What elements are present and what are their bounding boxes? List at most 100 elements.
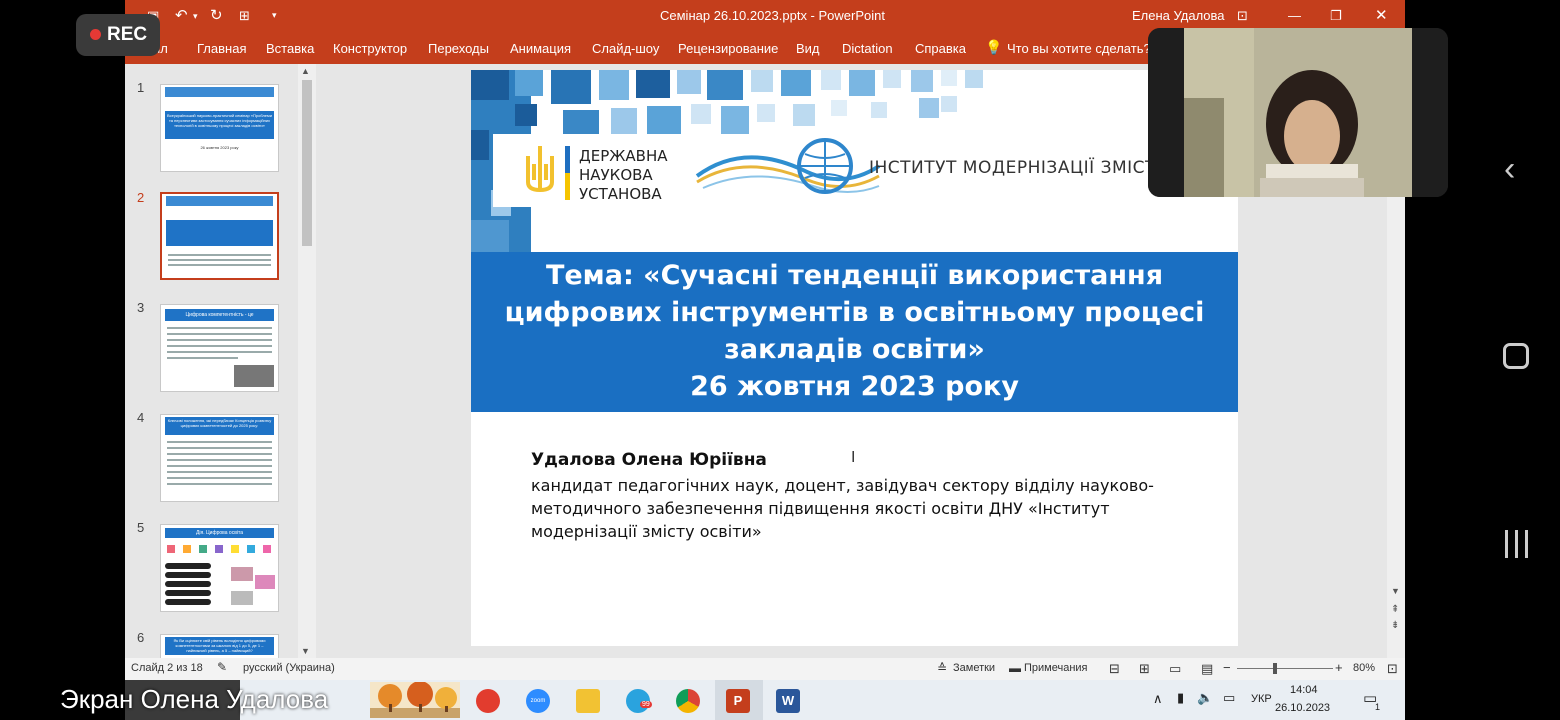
language[interactable]: русский (Украина): [243, 662, 335, 674]
thumb-5-title: Дія. Цифрова освіта: [165, 528, 274, 538]
thumbnail-scroll-thumb[interactable]: [302, 80, 312, 246]
autumn-trees-image[interactable]: [370, 682, 460, 718]
tab-view[interactable]: Вид: [796, 41, 820, 56]
telegram-badge: 99: [640, 701, 652, 708]
tab-home[interactable]: Главная: [197, 41, 246, 56]
file-explorer-icon[interactable]: [576, 689, 600, 713]
thumb-number: 3: [137, 300, 145, 315]
spellcheck-icon[interactable]: ✎: [217, 660, 227, 674]
tab-transitions[interactable]: Переходы: [428, 41, 489, 56]
zoom-level[interactable]: 80%: [1353, 662, 1375, 674]
app-icon-red[interactable]: [476, 689, 500, 713]
user-name[interactable]: Елена Удалова: [1132, 8, 1225, 23]
zoom-slider[interactable]: [1237, 668, 1333, 669]
logo-band: ДЕРЖАВНА НАУКОВА УСТАНОВА ІНСТИТУТ МОДЕР…: [493, 134, 1238, 207]
slide-thumbnail-1[interactable]: Всеукраїнський науково-практичний семіна…: [160, 84, 279, 172]
zoom-in-icon[interactable]: +: [1335, 660, 1343, 675]
zoom-out-icon[interactable]: −: [1223, 660, 1231, 675]
slide-sorter-icon[interactable]: ⊞: [1139, 661, 1150, 677]
tab-review[interactable]: Рецензирование: [678, 41, 778, 56]
recents-icon[interactable]: [1505, 530, 1529, 558]
notes-button[interactable]: Заметки: [953, 662, 995, 674]
status-bar: Слайд 2 из 18 ✎ русский (Украина) ≙ Заме…: [125, 658, 1405, 680]
rec-label: REC: [107, 24, 148, 45]
thumb-4-title: Ключові положення, які передбачає Концеп…: [165, 417, 274, 435]
slide-thumbnail-3[interactable]: Цифрова компетентність - це: [160, 304, 279, 392]
previous-slide-icon[interactable]: ⇞: [1391, 604, 1399, 615]
home-icon[interactable]: [1503, 343, 1529, 369]
tab-help[interactable]: Справка: [915, 41, 966, 56]
fit-slide-icon[interactable]: ⊡: [1387, 661, 1398, 677]
tab-animation[interactable]: Анимация: [510, 41, 571, 56]
webcam-video[interactable]: [1148, 28, 1448, 197]
trident-icon: [526, 146, 554, 193]
institute-name: ІНСТИТУТ МОДЕРНІЗАЦІЇ ЗМІСТУ: [869, 158, 1167, 178]
participant-caption: Экран Олена Удалова: [60, 684, 329, 714]
thumb-number: 4: [137, 410, 145, 425]
presentation-icon[interactable]: ⊞: [239, 8, 250, 24]
slideshow-icon[interactable]: ▤: [1201, 661, 1213, 677]
tell-me-search[interactable]: Что вы хотите сделать?: [1007, 41, 1151, 56]
telegram-icon[interactable]: 99: [626, 689, 652, 713]
notes-icon[interactable]: ≙: [937, 661, 947, 675]
window-title: Семінар 26.10.2023.pptx - PowerPoint: [660, 8, 885, 23]
slide-thumbnail-2[interactable]: [160, 192, 279, 280]
restore-icon[interactable]: ❐: [1330, 8, 1342, 24]
word-icon[interactable]: W: [776, 689, 800, 713]
close-icon[interactable]: ✕: [1375, 6, 1388, 24]
tab-slideshow[interactable]: Слайд-шоу: [592, 41, 659, 56]
undo-dropdown-icon[interactable]: ▾: [193, 11, 198, 22]
slide-date: 26 жовтня 2023 року: [690, 371, 1019, 402]
comments-icon[interactable]: ▬: [1009, 661, 1021, 675]
tab-design[interactable]: Конструктор: [333, 41, 407, 56]
flag-blue: [565, 146, 570, 173]
tab-dictation[interactable]: Dictation: [842, 41, 893, 56]
thumbnail-scrollbar[interactable]: ▲ ▼: [298, 64, 316, 658]
clock-date[interactable]: 26.10.2023: [1275, 702, 1330, 714]
battery-icon[interactable]: ▭: [1223, 690, 1235, 706]
webcam-person-image: [1148, 28, 1448, 197]
thumb-1-title: Всеукраїнський науково-практичний семіна…: [165, 111, 274, 139]
zoom-icon[interactable]: zoom: [526, 689, 550, 713]
author-name: Удалова Олена Юріївна: [531, 450, 767, 470]
thumb-number: 5: [137, 520, 145, 535]
tab-insert[interactable]: Вставка: [266, 41, 314, 56]
slide-thumbnail-6[interactable]: Як Ви оцінюєте свій рівень володіння циф…: [160, 634, 279, 658]
zoom-slider-thumb[interactable]: [1273, 663, 1277, 674]
tray-expand-icon[interactable]: ∧: [1153, 691, 1163, 707]
chrome-icon[interactable]: [676, 689, 700, 713]
rec-badge: REC: [76, 14, 160, 56]
powerpoint-icon[interactable]: P: [726, 689, 750, 713]
next-slide-icon[interactable]: ⇟: [1391, 620, 1399, 631]
current-slide[interactable]: ДЕРЖАВНА НАУКОВА УСТАНОВА ІНСТИТУТ МОДЕР…: [471, 70, 1238, 646]
normal-view-icon[interactable]: ⊟: [1109, 661, 1120, 677]
slide-thumbnail-5[interactable]: Дія. Цифрова освіта: [160, 524, 279, 612]
clock-time[interactable]: 14:04: [1290, 684, 1318, 696]
thumb-3-title: Цифрова компетентність - це: [165, 309, 274, 321]
flag-yellow: [565, 173, 570, 200]
quick-access-menu-icon[interactable]: ▾: [272, 10, 277, 21]
scroll-down-icon[interactable]: ▼: [1391, 586, 1400, 596]
back-icon[interactable]: ‹: [1504, 150, 1515, 189]
reading-view-icon[interactable]: ▭: [1169, 661, 1181, 677]
keyboard-language[interactable]: УКР: [1251, 693, 1272, 705]
notifications-count: 1: [1375, 702, 1381, 712]
scroll-down-icon[interactable]: ▼: [301, 646, 310, 656]
slide-thumbnail-4[interactable]: Ключові положення, які передбачає Концеп…: [160, 414, 279, 502]
slide-thumbnail-pane: 1 Всеукраїнський науково-практичний семі…: [125, 64, 317, 658]
thumb-1-date: 26 жовтня 2023 року: [200, 145, 239, 150]
thumb-number: 1: [137, 80, 145, 95]
volume-icon[interactable]: 🔈: [1197, 690, 1213, 706]
scroll-up-icon[interactable]: ▲: [301, 66, 310, 76]
android-navigation: ‹: [1478, 0, 1560, 720]
org-name: ДЕРЖАВНА НАУКОВА УСТАНОВА: [579, 147, 668, 203]
slide-counter: Слайд 2 из 18: [131, 662, 203, 674]
minimize-icon[interactable]: —: [1288, 8, 1301, 23]
undo-icon[interactable]: ↶: [175, 6, 188, 24]
lightbulb-icon[interactable]: 💡: [985, 39, 1002, 56]
ribbon-display-icon[interactable]: ⊡: [1237, 8, 1248, 24]
slide-title-line-3: закладів освіти»: [724, 334, 985, 365]
microphone-icon[interactable]: ▮: [1177, 690, 1184, 706]
comments-button[interactable]: Примечания: [1024, 662, 1088, 674]
redo-icon[interactable]: ↻: [210, 6, 223, 24]
